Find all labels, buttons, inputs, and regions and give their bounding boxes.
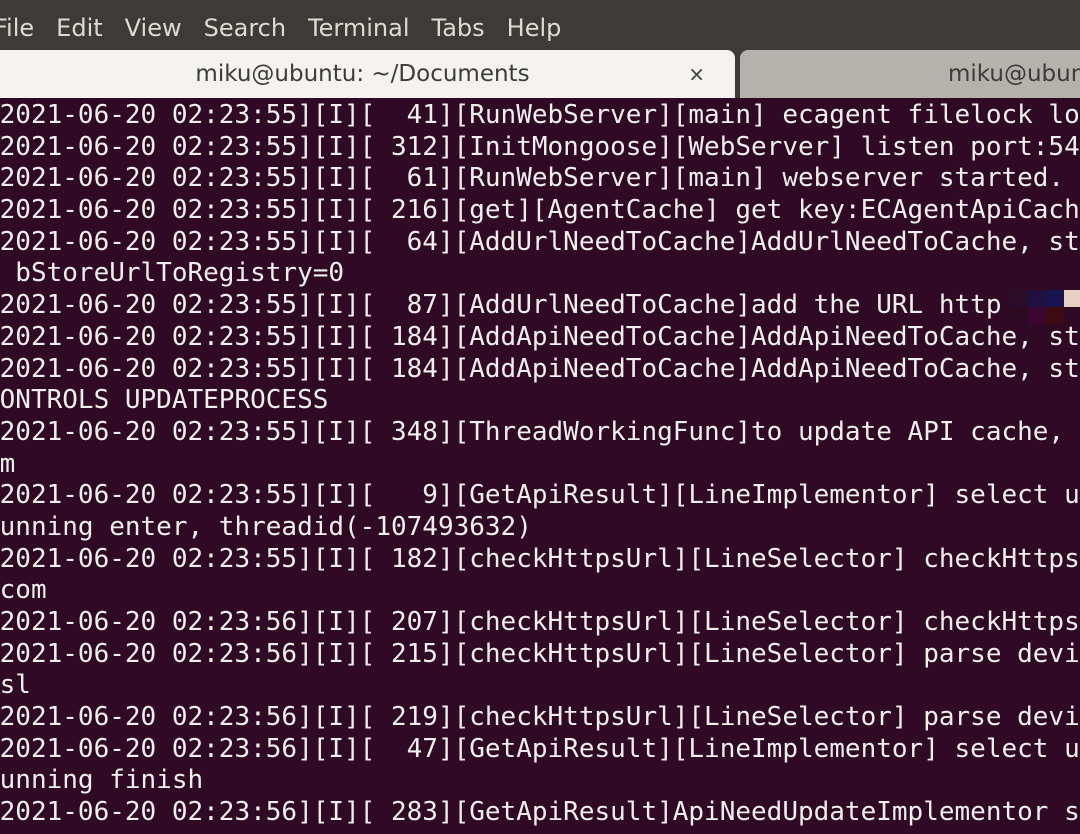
tab-label: miku@ubuntu: ~/Documents [195,61,530,87]
menu-file[interactable]: File [0,8,34,42]
terminal-line: [2021-06-20 02:23:55][I][ 216][get][Agen… [0,195,1080,226]
terminal-line: [2021-06-20 02:23:55][I][ 184][AddApiNee… [0,321,1080,352]
pixelated-redaction [1010,290,1080,324]
menu-terminal[interactable]: Terminal [308,8,409,42]
terminal-line: ssl [0,670,31,701]
terminal-line: [2021-06-20 02:23:55][I][ 64][AddUrlNeed… [0,226,1080,257]
tab-second[interactable]: miku@ubuntu [740,50,1080,98]
terminal-line: running enter, threadid(-107493632) [0,511,532,542]
terminal-line: CONTROLS UPDATEPROCESS [0,385,329,416]
menu-search[interactable]: Search [204,8,286,42]
terminal-line: [2021-06-20 02:23:55][I][ 348][ThreadWor… [0,416,1065,447]
terminal-line: [2021-06-20 02:23:55][I][ 312][InitMongo… [0,131,1080,162]
tab-bar: miku@ubuntu: ~/Documents × miku@ubuntu [0,50,1080,98]
terminal-line: [2021-06-20 02:23:55][I][ 87][AddUrlNeed… [0,290,1002,321]
terminal-output[interactable]: [2021-06-20 02:23:55][I][ 41][RunWebServ… [0,100,1080,829]
terminal-line: [2021-06-20 02:23:55][I][ 41][RunWebServ… [0,100,1080,130]
menu-tabs[interactable]: Tabs [432,8,485,42]
terminal-line: [2021-06-20 02:23:55][I][ 9][GetApiResul… [0,480,1080,511]
terminal-line: om [0,448,16,479]
menu-edit[interactable]: Edit [56,8,102,42]
terminal-line: [2021-06-20 02:23:56][I][ 215][checkHttp… [0,638,1080,669]
terminal-line: [2021-06-20 02:23:56][I][ 219][checkHttp… [0,702,1080,733]
terminal-line: running finish [0,765,204,796]
terminal-line: [2021-06-20 02:23:56][I][ 47][GetApiResu… [0,733,1080,764]
tab-documents[interactable]: miku@ubuntu: ~/Documents × [0,50,735,98]
tab-label: miku@ubuntu [948,61,1080,87]
terminal-line: .com [0,575,47,606]
menu-view[interactable]: View [125,8,182,42]
terminal-line: [2021-06-20 02:23:55][I][ 61][RunWebServ… [0,163,1065,194]
menu-help[interactable]: Help [507,8,562,42]
close-icon[interactable]: × [688,62,705,86]
menu-bar: File Edit View Search Terminal Tabs Help [0,0,1080,50]
terminal-line: [2021-06-20 02:23:55][I][ 184][AddApiNee… [0,353,1080,384]
terminal-line: [2021-06-20 02:23:55][I][ 182][checkHttp… [0,543,1080,574]
terminal-line: [2021-06-20 02:23:56][I][ 283][GetApiRes… [0,797,1080,828]
terminal-line: [2021-06-20 02:23:56][I][ 207][checkHttp… [0,607,1080,637]
terminal-line: , bStoreUrlToRegistry=0 [0,258,345,289]
